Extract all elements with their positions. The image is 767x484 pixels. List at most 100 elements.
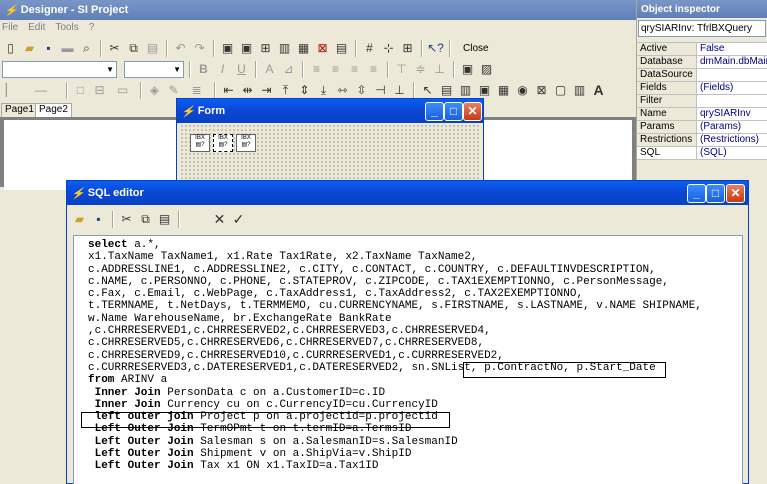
radio-object-icon[interactable]: ◉ <box>514 82 531 99</box>
text-tool-icon[interactable]: A <box>590 82 607 99</box>
inspector-object-selector[interactable]: qrySIARInv: TfrlBXQuery <box>638 20 766 37</box>
fit-grid-icon[interactable]: ⊞ <box>399 40 416 57</box>
align-bottom-icon[interactable]: ⊥ <box>431 61 448 78</box>
align-middle-icon[interactable]: ≑ <box>412 61 429 78</box>
font-color-icon[interactable]: A <box>261 61 278 78</box>
send-back-icon[interactable]: ▣ <box>238 40 255 57</box>
text-object-icon[interactable]: ▤ <box>438 82 455 99</box>
menu-edit[interactable]: Edit <box>28 20 45 35</box>
print-preview-icon[interactable]: ⌕ <box>78 40 95 57</box>
save-icon[interactable]: ▪ <box>90 211 107 228</box>
save-icon[interactable]: ▪ <box>40 40 57 57</box>
highlight-icon[interactable]: ⊿ <box>280 61 297 78</box>
paste-icon[interactable]: ▤ <box>156 211 173 228</box>
prop-row-active[interactable]: Active False <box>637 43 767 56</box>
align-vert-center-icon[interactable]: ⇕ <box>296 82 313 99</box>
close-window-button[interactable]: ✕ <box>463 102 482 121</box>
prop-row-name[interactable]: Name qrySIARInv <box>637 108 767 121</box>
prop-row-datasource[interactable]: DataSource <box>637 69 767 82</box>
copy-icon[interactable]: ⧉ <box>137 211 154 228</box>
align-tops-icon[interactable]: ⤒ <box>277 82 294 99</box>
prop-row-params[interactable]: Params (Params) <box>637 121 767 134</box>
open-folder-icon[interactable]: ▰ <box>21 40 38 57</box>
save-as-icon[interactable]: ▬ <box>59 40 76 57</box>
prop-value[interactable]: False <box>697 43 767 55</box>
page-settings-icon[interactable]: ▤ <box>333 40 350 57</box>
delete-band-icon[interactable]: ⊠ <box>314 40 331 57</box>
frame-style-icon[interactable]: ≣ <box>184 82 209 99</box>
undo-icon[interactable]: ↶ <box>172 40 189 57</box>
barcode-object-icon[interactable]: ▥ <box>571 82 588 99</box>
subreport-object-icon[interactable]: ▦ <box>495 82 512 99</box>
cancel-icon[interactable]: ✕ <box>211 211 228 228</box>
sql-text-area[interactable]: select a.*, x1.TaxName TaxName1, x1.Rate … <box>73 235 743 484</box>
pointer-icon[interactable]: ↖ <box>419 82 436 99</box>
help-icon[interactable]: ↖? <box>427 40 444 57</box>
align-center-icon[interactable]: ≡ <box>327 61 344 78</box>
open-folder-icon[interactable]: ▰ <box>71 211 88 228</box>
checkbox-object-icon[interactable]: ⊠ <box>533 82 550 99</box>
font-size-combo[interactable]: ▼ <box>124 60 184 78</box>
minimize-button[interactable]: _ <box>687 184 706 203</box>
prop-value[interactable]: qrySIARInv <box>697 108 767 120</box>
center-vert-icon[interactable]: ⊥ <box>391 82 408 99</box>
insert-band-icon[interactable]: ▥ <box>276 40 293 57</box>
ole-object-icon[interactable]: ▢ <box>552 82 569 99</box>
maximize-button[interactable]: □ <box>706 184 725 203</box>
bold-icon[interactable]: B <box>195 61 212 78</box>
fill-color-icon[interactable]: ◈ <box>146 82 163 99</box>
align-grid-icon[interactable]: ⊹ <box>380 40 397 57</box>
prop-value[interactable]: (Params) <box>697 121 767 133</box>
close-button[interactable]: Close <box>455 43 497 54</box>
menu-file[interactable]: File <box>2 20 18 35</box>
prop-value[interactable]: (SQL) <box>697 147 767 159</box>
prop-value[interactable] <box>697 95 767 107</box>
frame-left-icon[interactable]: ▏ <box>2 82 19 99</box>
prop-row-fields[interactable]: Fields (Fields) <box>637 82 767 95</box>
align-justify-icon[interactable]: ≡ <box>365 61 382 78</box>
space-horz-icon[interactable]: ⇿ <box>334 82 351 99</box>
bring-front-icon[interactable]: ▣ <box>219 40 236 57</box>
tab-page1[interactable]: Page1 <box>1 103 38 117</box>
ibx-component[interactable]: IBX ▤? <box>236 134 256 152</box>
prop-value[interactable]: (Restrictions) <box>697 134 767 146</box>
close-window-button[interactable]: ✕ <box>726 184 745 203</box>
prop-row-database[interactable]: Database dmMain.dbMain <box>637 56 767 69</box>
align-rights-icon[interactable]: ⇥ <box>258 82 275 99</box>
align-top-icon[interactable]: ⊤ <box>393 61 410 78</box>
frame-line-icon[interactable]: — <box>21 82 61 99</box>
copy-icon[interactable]: ⧉ <box>125 40 142 57</box>
frame-box-icon[interactable]: □ <box>72 82 89 99</box>
font-name-combo[interactable]: ▼ <box>2 60 117 78</box>
ibx-component[interactable]: IBX ▤? <box>190 134 210 152</box>
align-horz-center-icon[interactable]: ⇹ <box>239 82 256 99</box>
prop-row-restrictions[interactable]: Restrictions (Restrictions) <box>637 134 767 147</box>
group-icon[interactable]: ⊞ <box>257 40 274 57</box>
copy-format-icon[interactable]: ▨ <box>478 61 495 78</box>
paste-icon[interactable]: ▤ <box>144 40 161 57</box>
prop-value[interactable] <box>697 69 767 81</box>
italic-icon[interactable]: I <box>214 61 231 78</box>
align-lefts-icon[interactable]: ⇤ <box>220 82 237 99</box>
align-right-icon[interactable]: ≡ <box>346 61 363 78</box>
align-bottoms-icon[interactable]: ⤓ <box>315 82 332 99</box>
minimize-button[interactable]: _ <box>425 102 444 121</box>
picture-object-icon[interactable]: ▣ <box>476 82 493 99</box>
prop-value[interactable]: (Fields) <box>697 82 767 94</box>
prop-value[interactable]: dmMain.dbMain <box>697 56 767 68</box>
menu-tools[interactable]: Tools <box>55 20 78 35</box>
grid-icon[interactable]: # <box>361 40 378 57</box>
frame-width-icon[interactable]: ▭ <box>110 82 135 99</box>
ok-check-icon[interactable]: ✓ <box>230 211 247 228</box>
menu-help[interactable]: ? <box>89 20 95 35</box>
maximize-button[interactable]: □ <box>444 102 463 121</box>
redo-icon[interactable]: ↷ <box>191 40 208 57</box>
band-object-icon[interactable]: ▥ <box>457 82 474 99</box>
cut-icon[interactable]: ✂ <box>118 211 135 228</box>
space-vert-icon[interactable]: ⇳ <box>353 82 370 99</box>
align-left-icon[interactable]: ≡ <box>308 61 325 78</box>
ibx-component-selected[interactable]: IBX ▤? <box>213 134 233 152</box>
properties-icon[interactable]: ▣ <box>459 61 476 78</box>
edit-band-icon[interactable]: ▦ <box>295 40 312 57</box>
prop-row-sql[interactable]: SQL (SQL) <box>637 147 767 160</box>
